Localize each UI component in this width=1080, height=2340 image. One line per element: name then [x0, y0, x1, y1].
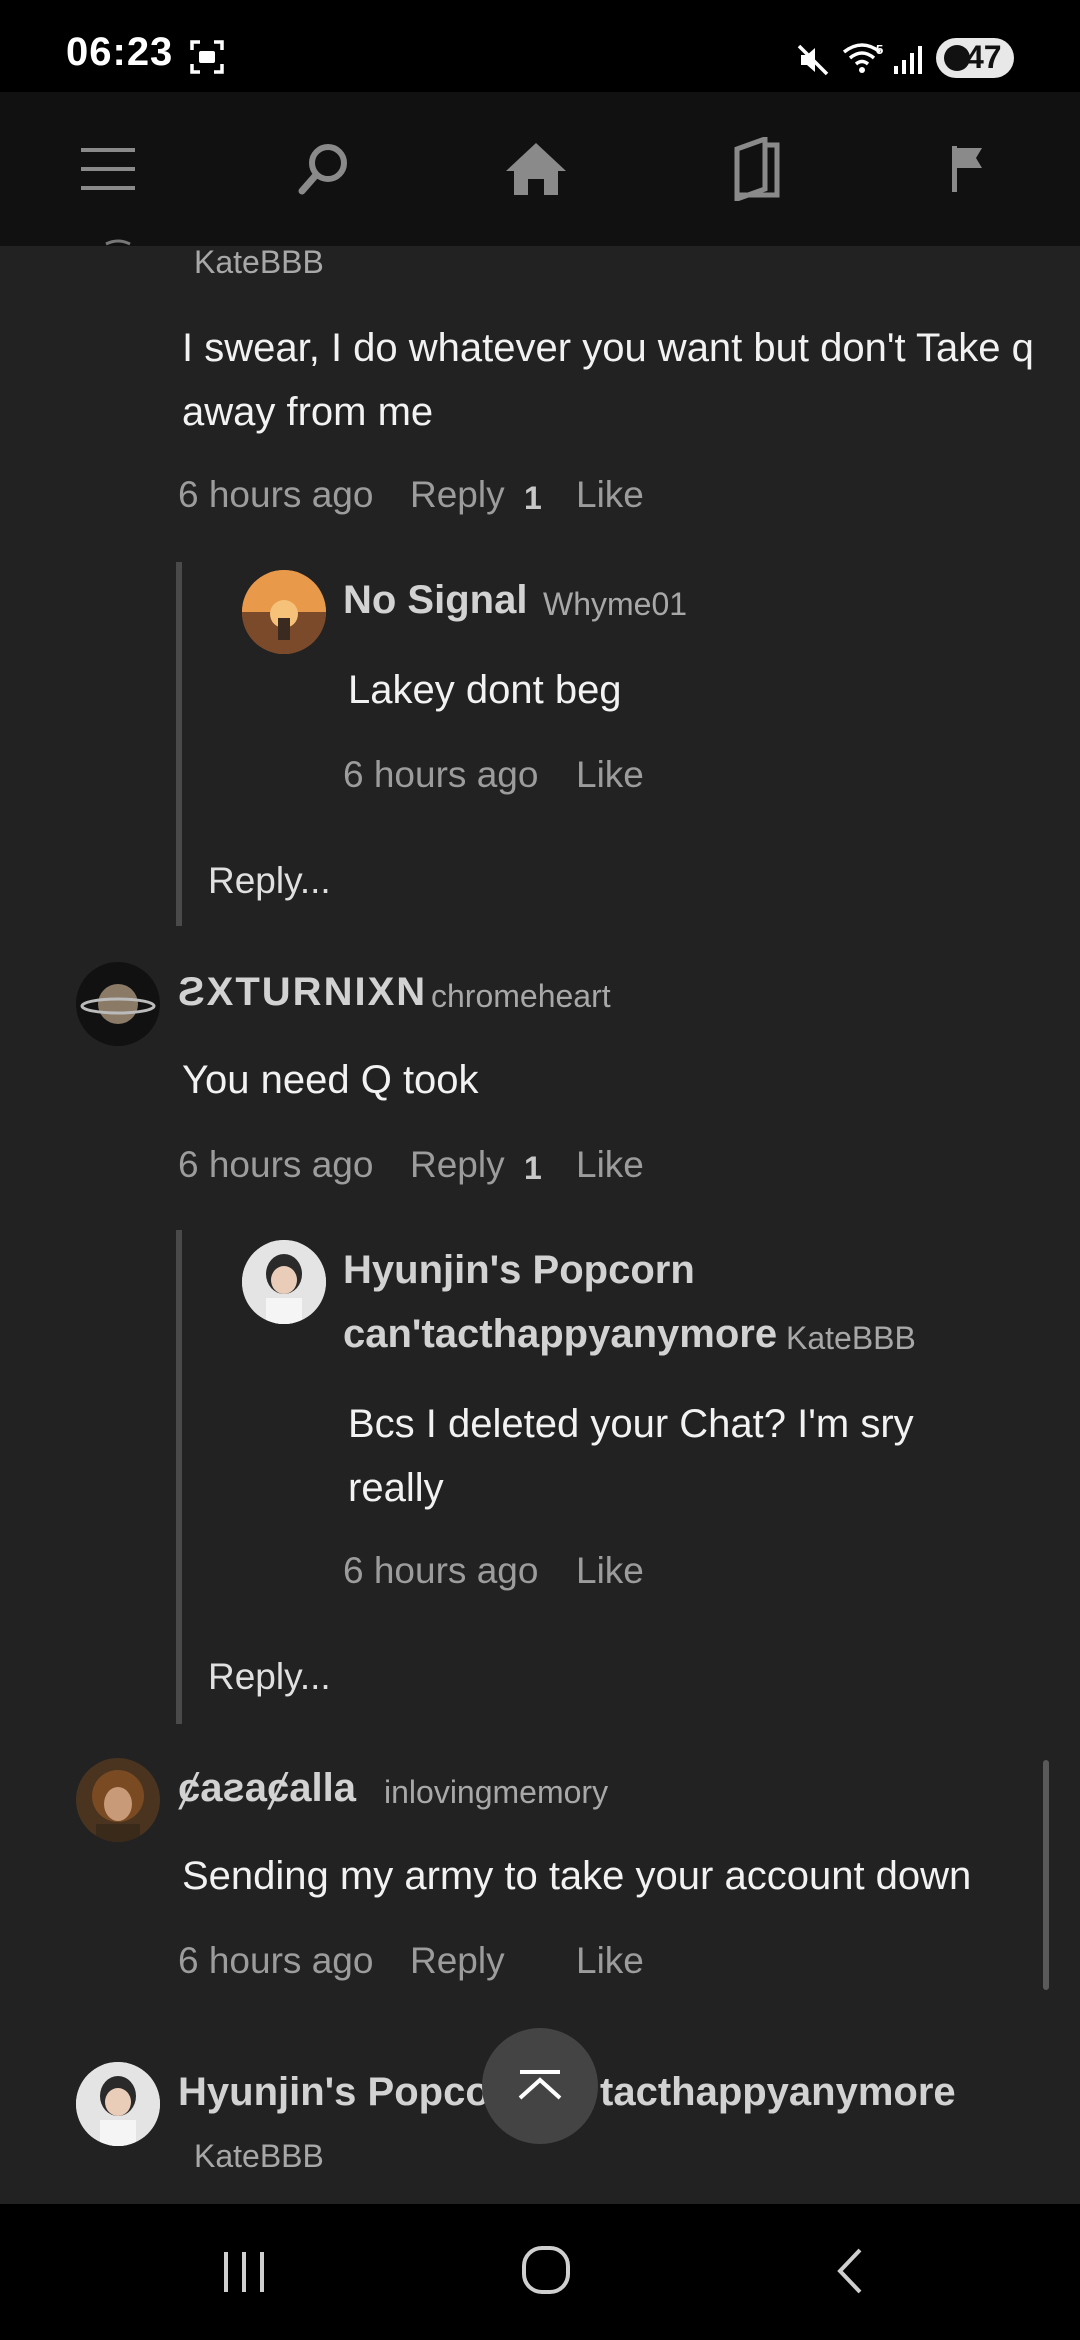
- comment-time: 6 hours ago: [178, 1144, 374, 1185]
- comment-author-name-continued[interactable]: tacthappyanymore: [600, 2070, 956, 2115]
- reply-button[interactable]: Reply: [410, 474, 505, 516]
- library-icon: [734, 137, 780, 201]
- home-circle-icon[interactable]: [520, 2244, 572, 2296]
- recent-apps-icon[interactable]: [220, 2250, 270, 2294]
- battery-level: 47: [966, 39, 1002, 75]
- reply-count: 1: [524, 480, 542, 516]
- scroll-to-top-button[interactable]: [482, 2028, 598, 2144]
- scrollbar[interactable]: [1043, 1760, 1049, 1990]
- like-button[interactable]: Like: [576, 1144, 644, 1186]
- screenshot-icon: [190, 40, 224, 74]
- reply-button[interactable]: Reply: [410, 1144, 505, 1186]
- reply-time: 6 hours ago: [343, 754, 539, 795]
- search-button[interactable]: [264, 92, 384, 246]
- like-button[interactable]: Like: [576, 1550, 644, 1592]
- comment-handle[interactable]: KateBBB: [194, 2138, 324, 2175]
- like-button[interactable]: Like: [576, 1940, 644, 1982]
- reply-thread-line: [176, 562, 182, 926]
- back-icon[interactable]: [830, 2246, 870, 2296]
- avatar[interactable]: [242, 1240, 326, 1324]
- avatar[interactable]: [76, 2062, 160, 2146]
- comment-author-name[interactable]: Hyunjin's Popcor: [178, 2070, 505, 2115]
- svg-text:5: 5: [876, 42, 883, 57]
- home-button[interactable]: [476, 92, 596, 246]
- comment-time: 6 hours ago: [178, 1940, 374, 1981]
- status-time: 06:23: [66, 30, 174, 74]
- reply-count: 1: [524, 1150, 542, 1186]
- comment-text: Sending my army to take your account dow…: [182, 1854, 972, 1898]
- reply-thread-line: [176, 1230, 182, 1724]
- reply-text: Bcs I deleted your Chat? I'm sry really: [348, 1402, 914, 1510]
- reply-button[interactable]: Reply: [410, 1940, 505, 1982]
- mute-icon: [797, 44, 829, 76]
- flag-button[interactable]: [908, 92, 1028, 246]
- avatar[interactable]: [76, 1758, 160, 1842]
- reply-author-name[interactable]: No Signal: [343, 578, 527, 623]
- library-button[interactable]: [694, 92, 814, 246]
- reply-input[interactable]: Reply...: [208, 860, 331, 902]
- wifi-icon: 5: [842, 42, 883, 73]
- comment-handle[interactable]: chromeheart: [431, 978, 611, 1015]
- comment-text: I swear, I do whatever you want but don'…: [182, 326, 1034, 434]
- home-icon: [506, 143, 566, 195]
- comment-text: You need Q took: [182, 1058, 479, 1102]
- reply-author-name-line2[interactable]: can'tacthappyanymore: [343, 1312, 777, 1357]
- flag-icon: [952, 146, 982, 192]
- reply-handle[interactable]: KateBBB: [786, 1320, 916, 1357]
- signal-icon: [894, 46, 922, 74]
- avatar[interactable]: [76, 962, 160, 1046]
- reply-input[interactable]: Reply...: [208, 1656, 331, 1698]
- comment-time: 6 hours ago: [178, 474, 374, 515]
- chevron-up-icon: [518, 2070, 562, 2100]
- comment-handle[interactable]: inlovingmemory: [384, 1774, 608, 1811]
- reply-handle[interactable]: Whyme01: [543, 586, 687, 623]
- reply-text: Lakey dont beg: [348, 668, 622, 712]
- like-button[interactable]: Like: [576, 754, 644, 796]
- like-button[interactable]: Like: [576, 474, 644, 516]
- search-icon: [298, 144, 347, 195]
- reply-author-name[interactable]: Hyunjin's Popcorn: [343, 1248, 695, 1293]
- comment-author-name[interactable]: ȼaƨaȼalla: [178, 1766, 356, 1811]
- comment-handle[interactable]: KateBBB: [194, 244, 324, 281]
- avatar[interactable]: [76, 182, 160, 250]
- reply-time: 6 hours ago: [343, 1550, 539, 1591]
- comment-author-name[interactable]: ƧXTURNIXN: [178, 970, 427, 1015]
- avatar[interactable]: [242, 570, 326, 654]
